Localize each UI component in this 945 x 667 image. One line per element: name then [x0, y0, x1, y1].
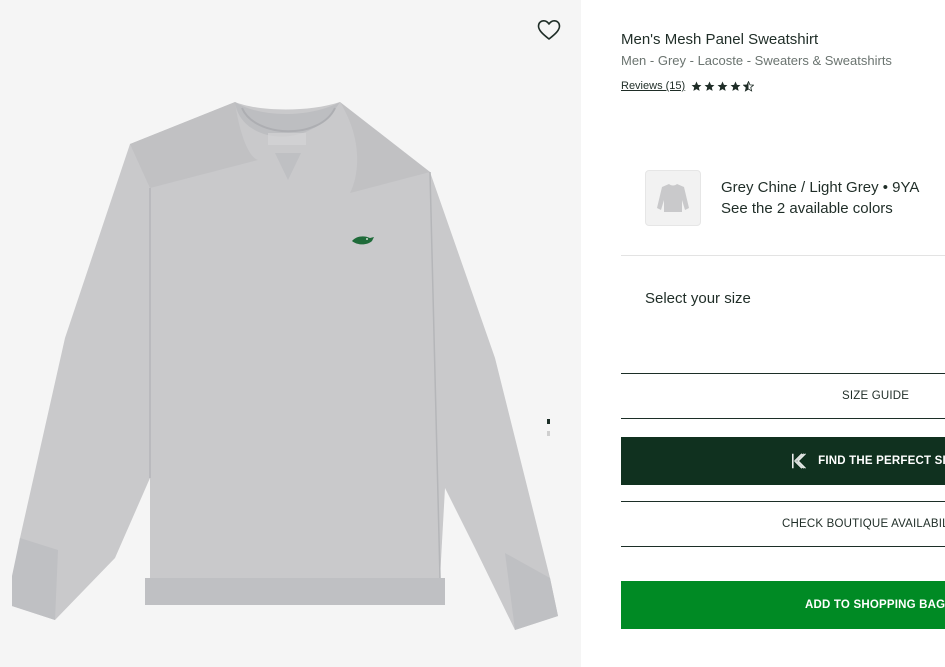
reviews-link[interactable]: Reviews (15): [621, 80, 685, 92]
boutique-label: CHECK BOUTIQUE AVAILABILITY: [782, 518, 945, 530]
rating-stars: [691, 80, 756, 92]
star-icon: [704, 81, 715, 91]
add-to-bag-button[interactable]: ADD TO SHOPPING BAG: [621, 581, 945, 629]
star-icon: [691, 81, 702, 91]
star-icon: [730, 81, 741, 91]
find-size-label: FIND THE PERFECT SIZE: [818, 455, 945, 467]
product-gallery[interactable]: [0, 0, 581, 667]
size-guide-label: SIZE GUIDE: [842, 390, 910, 402]
sweatshirt-thumbnail[interactable]: [645, 170, 701, 226]
reviews-row: Reviews (15): [621, 80, 756, 92]
size-guide-button[interactable]: SIZE GUIDE: [621, 373, 945, 419]
color-selector[interactable]: Grey Chine / Light Grey • 9YA See the 2 …: [645, 170, 919, 226]
product-title: Men's Mesh Panel Sweatshirt: [621, 31, 819, 48]
available-colors-link[interactable]: See the 2 available colors: [721, 200, 919, 217]
product-image[interactable]: [10, 98, 558, 634]
product-panel: Men's Mesh Panel Sweatshirt Men - Grey -…: [621, 0, 945, 667]
color-name: Grey Chine / Light Grey • 9YA: [721, 179, 920, 196]
pager-dot-active[interactable]: [547, 419, 550, 424]
select-size-dropdown[interactable]: Select your size: [645, 290, 751, 307]
divider: [621, 255, 945, 256]
pager-dot[interactable]: [547, 431, 550, 436]
half-star-icon: [743, 80, 755, 92]
gallery-pager[interactable]: [547, 419, 551, 443]
star-icon: [717, 81, 728, 91]
find-perfect-size-button[interactable]: FIND THE PERFECT SIZE: [621, 437, 945, 485]
heart-icon[interactable]: [536, 18, 562, 42]
color-info: Grey Chine / Light Grey • 9YA See the 2 …: [721, 179, 919, 217]
check-boutique-button[interactable]: CHECK BOUTIQUE AVAILABILITY: [621, 501, 945, 547]
breadcrumb[interactable]: Men - Grey - Lacoste - Sweaters & Sweats…: [621, 53, 892, 68]
kiwi-logo-icon: [792, 453, 806, 469]
add-to-bag-label: ADD TO SHOPPING BAG: [805, 599, 945, 611]
